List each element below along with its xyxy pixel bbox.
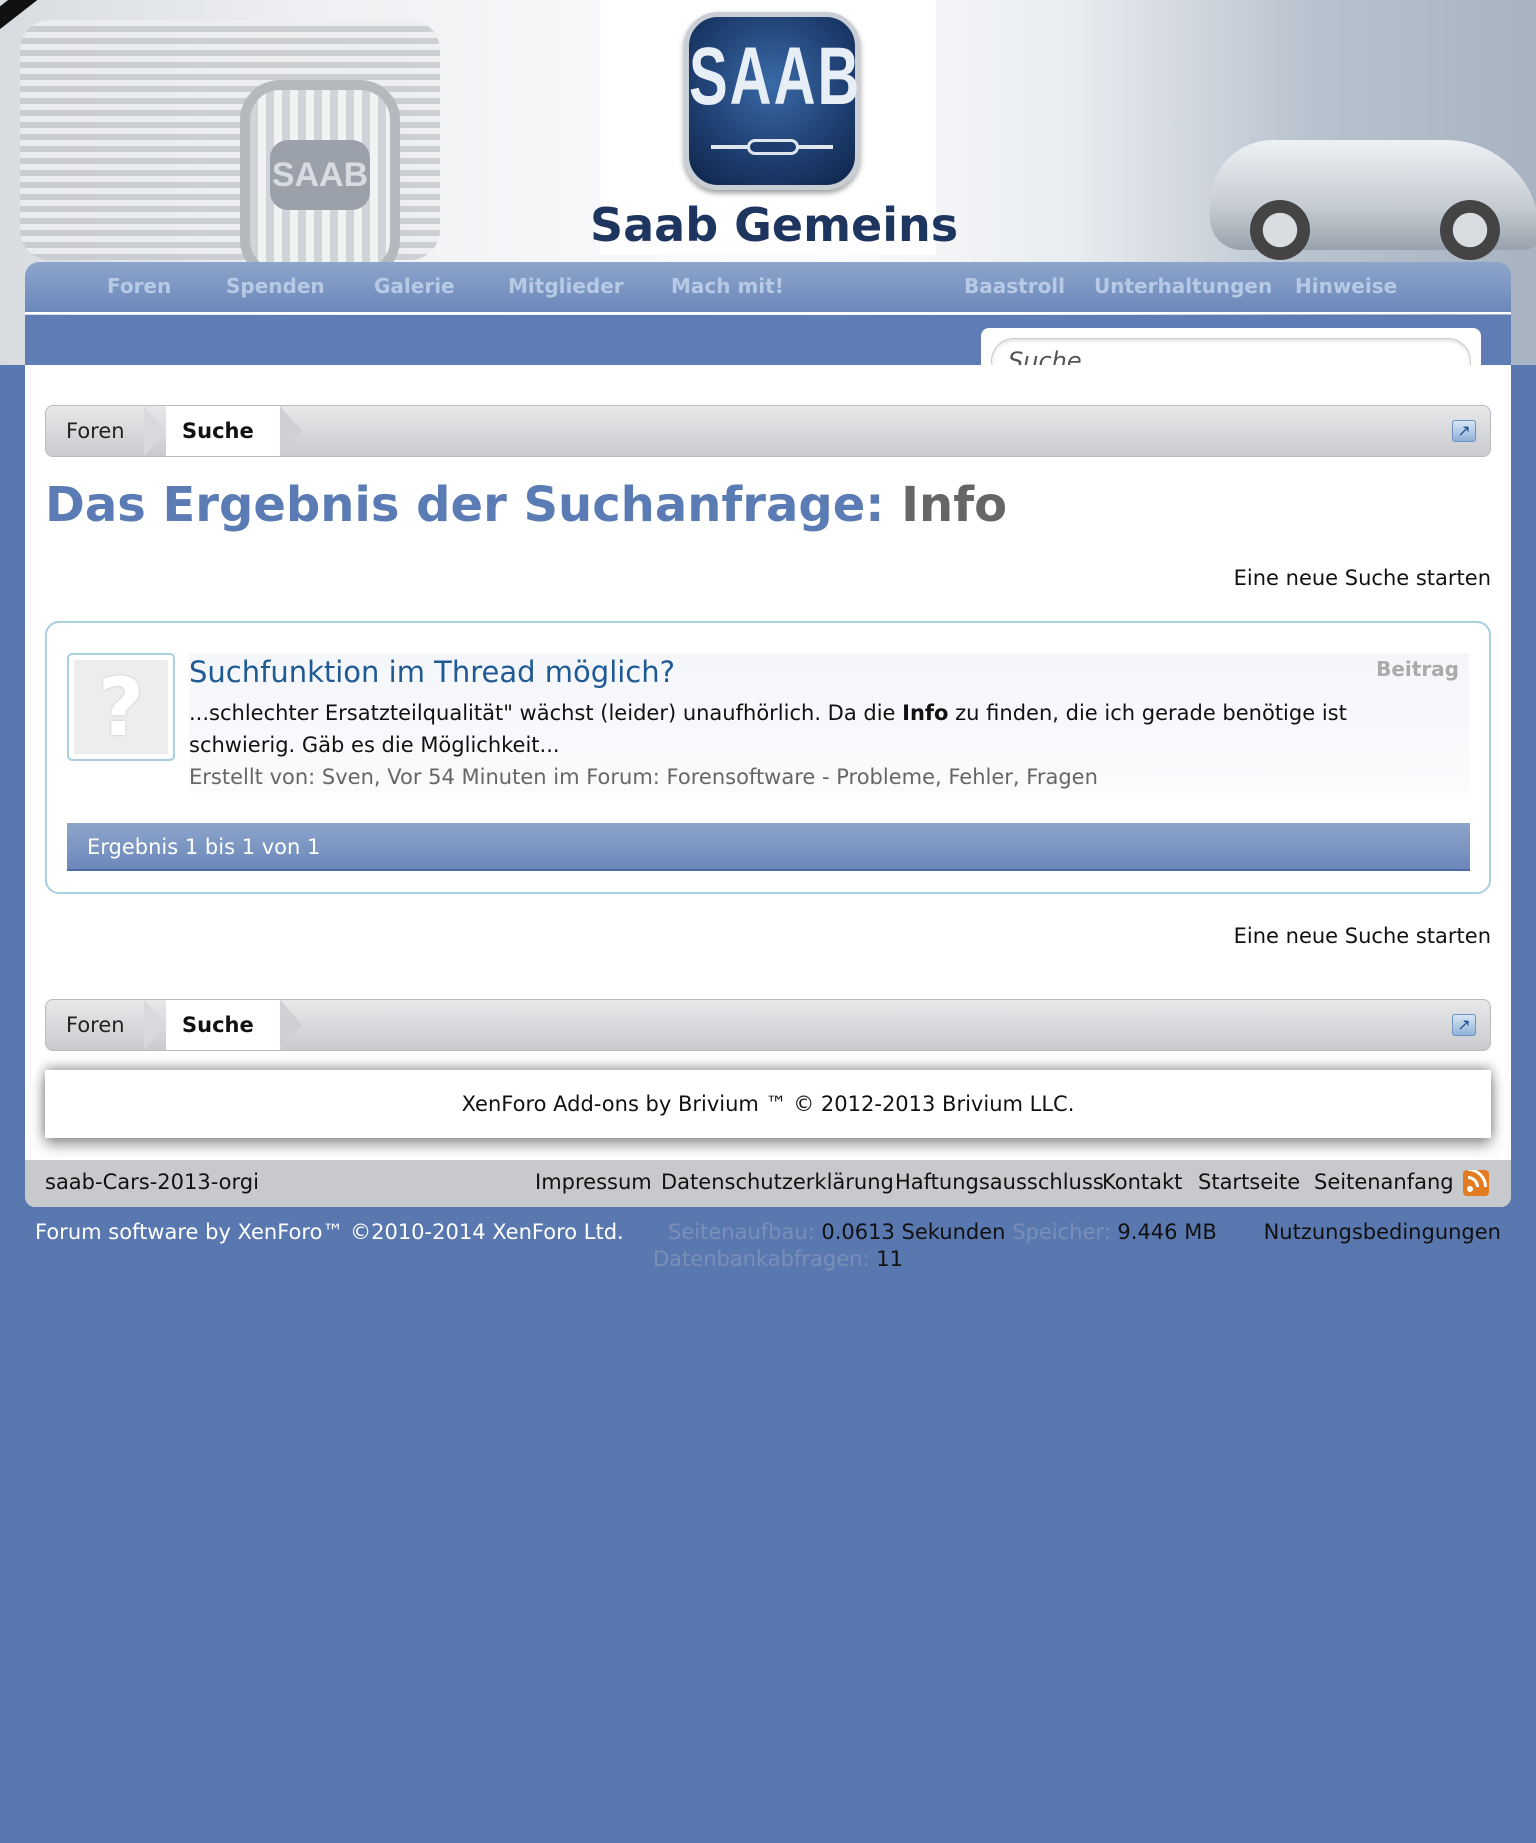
avatar[interactable]: ? (67, 653, 175, 761)
breadcrumb-separator (280, 406, 302, 456)
queries-value: 11 (876, 1247, 903, 1271)
memory-label: Speicher: (1012, 1220, 1111, 1244)
footer-link-datenschutz[interactable]: Datenschutzerklärung (661, 1170, 894, 1194)
site-name: Saab Gemeins (590, 198, 959, 252)
forum-software-credit[interactable]: Forum software by XenForo™ ©2010-2014 Xe… (35, 1220, 624, 1244)
debug-info: Seitenaufbau: 0.0613 Sekunden Speicher: … (668, 1220, 1217, 1244)
new-search-link[interactable]: Eine neue Suche starten (1234, 566, 1491, 590)
terms-link[interactable]: Nutzungsbedingungen (1264, 1220, 1501, 1244)
footer-link-kontakt[interactable]: Kontakt (1102, 1170, 1182, 1194)
page-title-prefix: Das Ergebnis der Suchanfrage: (45, 477, 885, 533)
footer-link-haftung[interactable]: Haftungsausschluss (895, 1170, 1104, 1194)
nav-unterhaltungen[interactable]: Unterhaltungen (1094, 274, 1272, 298)
result-meta: Erstellt von: Sven, Vor 54 Minuten im Fo… (189, 765, 1098, 789)
breadcrumb-separator (144, 406, 166, 456)
car-wheel (1250, 200, 1310, 260)
header-car-image (1210, 140, 1536, 260)
main-content: Foren Suche ↗ Das Ergebnis der Suchanfra… (25, 365, 1511, 1160)
logo-badge-text: SAAB (689, 31, 862, 123)
breadcrumb-home[interactable]: Foren (46, 1000, 144, 1050)
new-search-link-bottom[interactable]: Eine neue Suche starten (1234, 924, 1491, 948)
grille-badge-image: SAAB (240, 80, 400, 280)
search-term: Info (901, 477, 1008, 533)
jump-menu-icon[interactable]: ↗ (1452, 420, 1476, 442)
load-time-label: Seitenaufbau: (668, 1220, 815, 1244)
breadcrumb-current[interactable]: Suche (166, 406, 280, 456)
nav-foren[interactable]: Foren (107, 274, 171, 298)
result-content-type: Beitrag (1376, 657, 1459, 681)
search-results: ? Suchfunktion im Thread möglich? Beitra… (45, 621, 1491, 894)
breadcrumb-bottom: Foren Suche ↗ (45, 999, 1491, 1051)
results-count: Ergebnis 1 bis 1 von 1 (67, 823, 1470, 871)
nav-galerie[interactable]: Galerie (374, 274, 455, 298)
rss-icon[interactable] (1463, 1170, 1489, 1196)
nav-baastroll[interactable]: Baastroll (964, 274, 1065, 298)
search-result-item: ? Suchfunktion im Thread möglich? Beitra… (67, 653, 1470, 793)
addon-copyright: XenForo Add-ons by Brivium ™ © 2012-2013… (45, 1070, 1491, 1138)
breadcrumb-separator (280, 1000, 302, 1050)
result-body: Suchfunktion im Thread möglich? Beitrag … (189, 653, 1469, 793)
nav-mitglieder[interactable]: Mitglieder (508, 274, 624, 298)
breadcrumb-separator (144, 1000, 166, 1050)
page-title: Das Ergebnis der Suchanfrage: Info (45, 477, 1007, 533)
default-avatar-icon: ? (74, 660, 168, 754)
snippet-highlight: Info (902, 701, 949, 725)
style-chooser-link[interactable]: saab-Cars-2013-orgi (45, 1170, 259, 1194)
footer-link-startseite[interactable]: Startseite (1198, 1170, 1300, 1194)
site-logo[interactable]: SAAB Saab Gemeins (590, 0, 958, 255)
snippet-text: ...schlechter Ersatzteilqualität" wächst… (189, 701, 903, 725)
car-wheel (1440, 200, 1500, 260)
result-title-link[interactable]: Suchfunktion im Thread möglich? (189, 655, 675, 689)
nav-spenden[interactable]: Spenden (226, 274, 325, 298)
saab-badge-icon: SAAB (684, 12, 860, 190)
footer-bar: saab-Cars-2013-orgi Impressum Datenschut… (25, 1160, 1511, 1207)
queries-label: Datenbankabfragen: (653, 1247, 870, 1271)
nav-hinweise[interactable]: Hinweise (1295, 274, 1397, 298)
grille-badge-text: SAAB (270, 140, 370, 210)
memory-value: 9.446 MB (1117, 1220, 1217, 1244)
logo-dots (747, 139, 799, 155)
jump-menu-icon[interactable]: ↗ (1452, 1014, 1476, 1036)
breadcrumb-home[interactable]: Foren (46, 406, 144, 456)
footer-link-impressum[interactable]: Impressum (535, 1170, 652, 1194)
debug-queries: Datenbankabfragen: 11 (653, 1247, 903, 1271)
breadcrumb: Foren Suche ↗ (45, 405, 1491, 457)
nav-mach-mit[interactable]: Mach mit! (671, 274, 784, 298)
load-time-value: 0.0613 Sekunden (821, 1220, 1006, 1244)
main-navigation: Foren Spenden Galerie Mitglieder Mach mi… (25, 262, 1511, 314)
result-snippet: ...schlechter Ersatzteilqualität" wächst… (189, 697, 1459, 761)
breadcrumb-current[interactable]: Suche (166, 1000, 280, 1050)
footer-link-seitenanfang[interactable]: Seitenanfang (1314, 1170, 1454, 1194)
